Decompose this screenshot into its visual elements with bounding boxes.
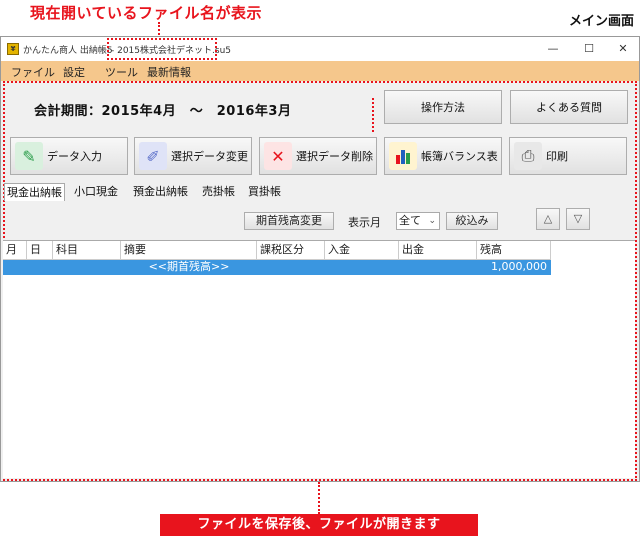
accounting-period: 会計期間：2015年4月 〜 2016年3月 (34, 104, 292, 119)
up-arrow-button[interactable]: △ (536, 208, 560, 230)
menu-latest-info[interactable]: 最新情報 (147, 64, 191, 80)
tab-deposit-ledger[interactable]: 預金出納帳 (133, 183, 188, 201)
cell-description: <<期首残高>> (148, 260, 230, 273)
faq-button[interactable]: よくある質問 (510, 90, 628, 124)
pencil-icon: ✎ (15, 142, 43, 170)
data-input-button[interactable]: ✎ データ入力 (10, 137, 128, 175)
app-icon: ¥ (7, 43, 19, 55)
display-month-value: 全て (399, 214, 421, 227)
screenshot-root: 現在開いているファイル名が表示 メイン画面 ¥ かんたん商人 出納帳5 - 20… (0, 0, 640, 538)
menu-settings[interactable]: 設定 (63, 64, 85, 80)
edit-icon: ✐ (139, 142, 167, 170)
annotation-file-name: 現在開いているファイル名が表示 (30, 4, 263, 22)
print-label: 印刷 (546, 150, 568, 163)
opening-balance-button[interactable]: 期首残高変更 (244, 212, 334, 230)
print-button[interactable]: ⎙ 印刷 (509, 137, 627, 175)
column-header-income[interactable]: 入金 (325, 241, 399, 260)
title-bar: ¥ かんたん商人 出納帳5 - 2015株式会社デネット.su5 — ☐ ✕ (1, 37, 639, 61)
menu-bar: ファイル 設定 ツール 最新情報 (1, 61, 639, 81)
tab-petty-cash[interactable]: 小口現金 (74, 183, 118, 201)
menu-tools[interactable]: ツール (105, 64, 138, 80)
column-header-tax[interactable]: 課税区分 (257, 241, 325, 260)
delete-x-icon: ✕ (264, 142, 292, 170)
tab-cash-ledger[interactable]: 現金出納帳 (4, 183, 65, 201)
narrow-button[interactable]: 絞込み (446, 212, 498, 230)
balance-sheet-button[interactable]: 帳簿バランス表 (384, 137, 502, 175)
tab-receivables[interactable]: 売掛帳 (202, 183, 235, 201)
close-button[interactable]: ✕ (605, 39, 640, 59)
delete-data-label: 選択データ削除 (296, 150, 373, 163)
menu-file[interactable]: ファイル (11, 64, 55, 80)
column-header-expense[interactable]: 出金 (399, 241, 477, 260)
edit-data-label: 選択データ変更 (171, 150, 248, 163)
annotation-leader-bottom (318, 482, 320, 514)
display-month-label: 表示月 (348, 216, 381, 229)
bar-chart-icon (389, 142, 417, 170)
balance-sheet-label: 帳簿バランス表 (421, 150, 498, 163)
column-header-balance[interactable]: 残高 (477, 241, 551, 260)
data-input-label: データ入力 (47, 150, 102, 163)
chevron-down-icon: ⌄ (428, 216, 436, 226)
table-row[interactable]: <<期首残高>> 1,000,000 (3, 260, 551, 275)
ledger-table[interactable]: 月 日 科目 摘要 課税区分 入金 出金 残高 <<期首残高>> 1,000,0… (3, 240, 635, 478)
column-header-day[interactable]: 日 (27, 241, 53, 260)
edit-data-button[interactable]: ✐ 選択データ変更 (134, 137, 252, 175)
display-month-select[interactable]: 全て ⌄ (396, 212, 440, 230)
tab-payables[interactable]: 買掛帳 (248, 183, 281, 201)
down-arrow-button[interactable]: ▽ (566, 208, 590, 230)
annotation-open-after-save: ファイルを保存後、ファイルが開きます (160, 514, 478, 536)
manual-button[interactable]: 操作方法 (384, 90, 502, 124)
cell-balance: 1,000,000 (491, 260, 547, 273)
delete-data-button[interactable]: ✕ 選択データ削除 (259, 137, 377, 175)
minimize-button[interactable]: — (535, 39, 571, 59)
column-header-account[interactable]: 科目 (53, 241, 121, 260)
column-header-description[interactable]: 摘要 (121, 241, 257, 260)
file-name-highlight (107, 38, 217, 60)
window-title: かんたん商人 出納帳5 (23, 46, 113, 56)
maximize-button[interactable]: ☐ (571, 39, 607, 59)
annotation-leader-mid (372, 98, 374, 132)
annotation-main-screen: メイン画面 (568, 14, 634, 29)
printer-icon: ⎙ (514, 142, 542, 170)
column-header-month[interactable]: 月 (3, 241, 27, 260)
